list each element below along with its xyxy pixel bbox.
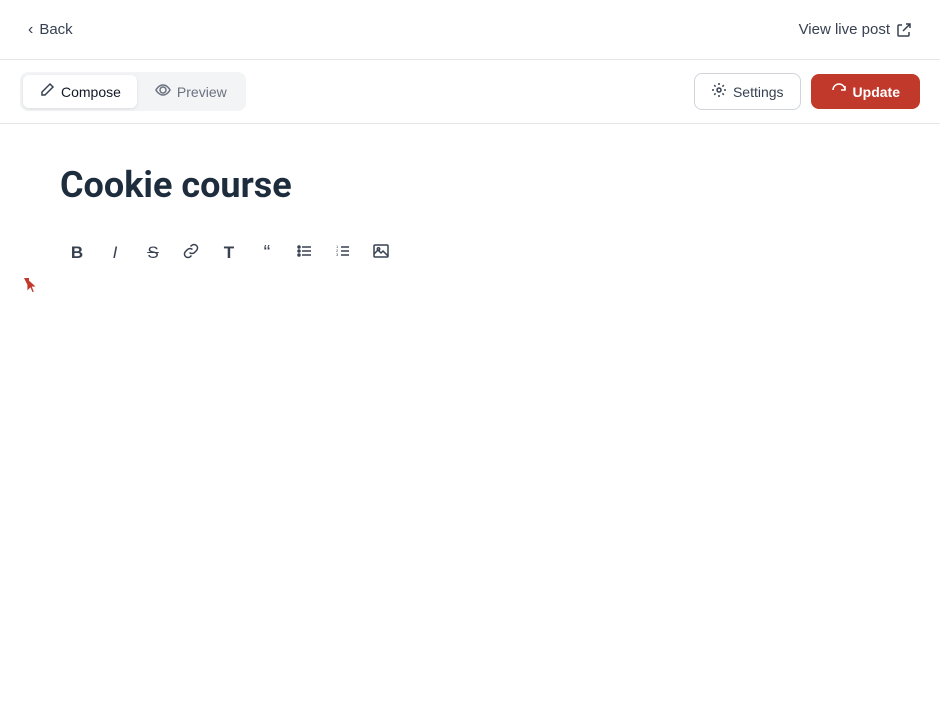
compose-icon (39, 82, 55, 101)
strikethrough-icon: S (147, 243, 158, 263)
numbered-list-icon: 1 2 3 (335, 243, 351, 264)
tab-compose[interactable]: Compose (23, 75, 137, 108)
compose-label: Compose (61, 84, 121, 100)
tab-group: Compose Preview (20, 72, 246, 111)
italic-icon: I (113, 243, 118, 263)
tab-preview[interactable]: Preview (139, 75, 243, 108)
toolbar-row: Compose Preview Settings (0, 60, 940, 124)
view-live-post-button[interactable]: View live post (791, 15, 920, 44)
back-button[interactable]: ‹ Back (20, 15, 81, 45)
settings-button[interactable]: Settings (694, 73, 801, 110)
update-button[interactable]: Update (811, 74, 920, 109)
view-live-post-label: View live post (799, 21, 890, 38)
format-toolbar: B I S T “ (60, 236, 880, 270)
update-label: Update (853, 84, 900, 100)
update-icon (831, 82, 847, 101)
bullet-list-icon (297, 243, 313, 264)
main-content: Cookie course B I S T “ (0, 124, 940, 330)
bold-button[interactable]: B (60, 236, 94, 270)
quote-button[interactable]: “ (250, 236, 284, 270)
strikethrough-button[interactable]: S (136, 236, 170, 270)
bullet-list-button[interactable] (288, 236, 322, 270)
settings-label: Settings (733, 84, 784, 100)
top-bar: ‹ Back View live post (0, 0, 940, 60)
image-icon (373, 243, 389, 264)
link-button[interactable] (174, 236, 208, 270)
svg-text:3: 3 (336, 252, 339, 257)
bold-icon: B (71, 243, 83, 263)
right-actions: Settings Update (694, 73, 920, 110)
back-label: Back (39, 21, 72, 38)
external-link-icon (896, 22, 912, 38)
post-title[interactable]: Cookie course (60, 164, 880, 206)
preview-icon (155, 82, 171, 101)
heading-icon: T (224, 243, 234, 263)
image-button[interactable] (364, 236, 398, 270)
link-icon (183, 243, 199, 264)
numbered-list-button[interactable]: 1 2 3 (326, 236, 360, 270)
quote-icon: “ (264, 243, 271, 263)
settings-icon (711, 82, 727, 101)
italic-button[interactable]: I (98, 236, 132, 270)
preview-label: Preview (177, 84, 227, 100)
back-arrow-icon: ‹ (28, 21, 33, 39)
heading-button[interactable]: T (212, 236, 246, 270)
